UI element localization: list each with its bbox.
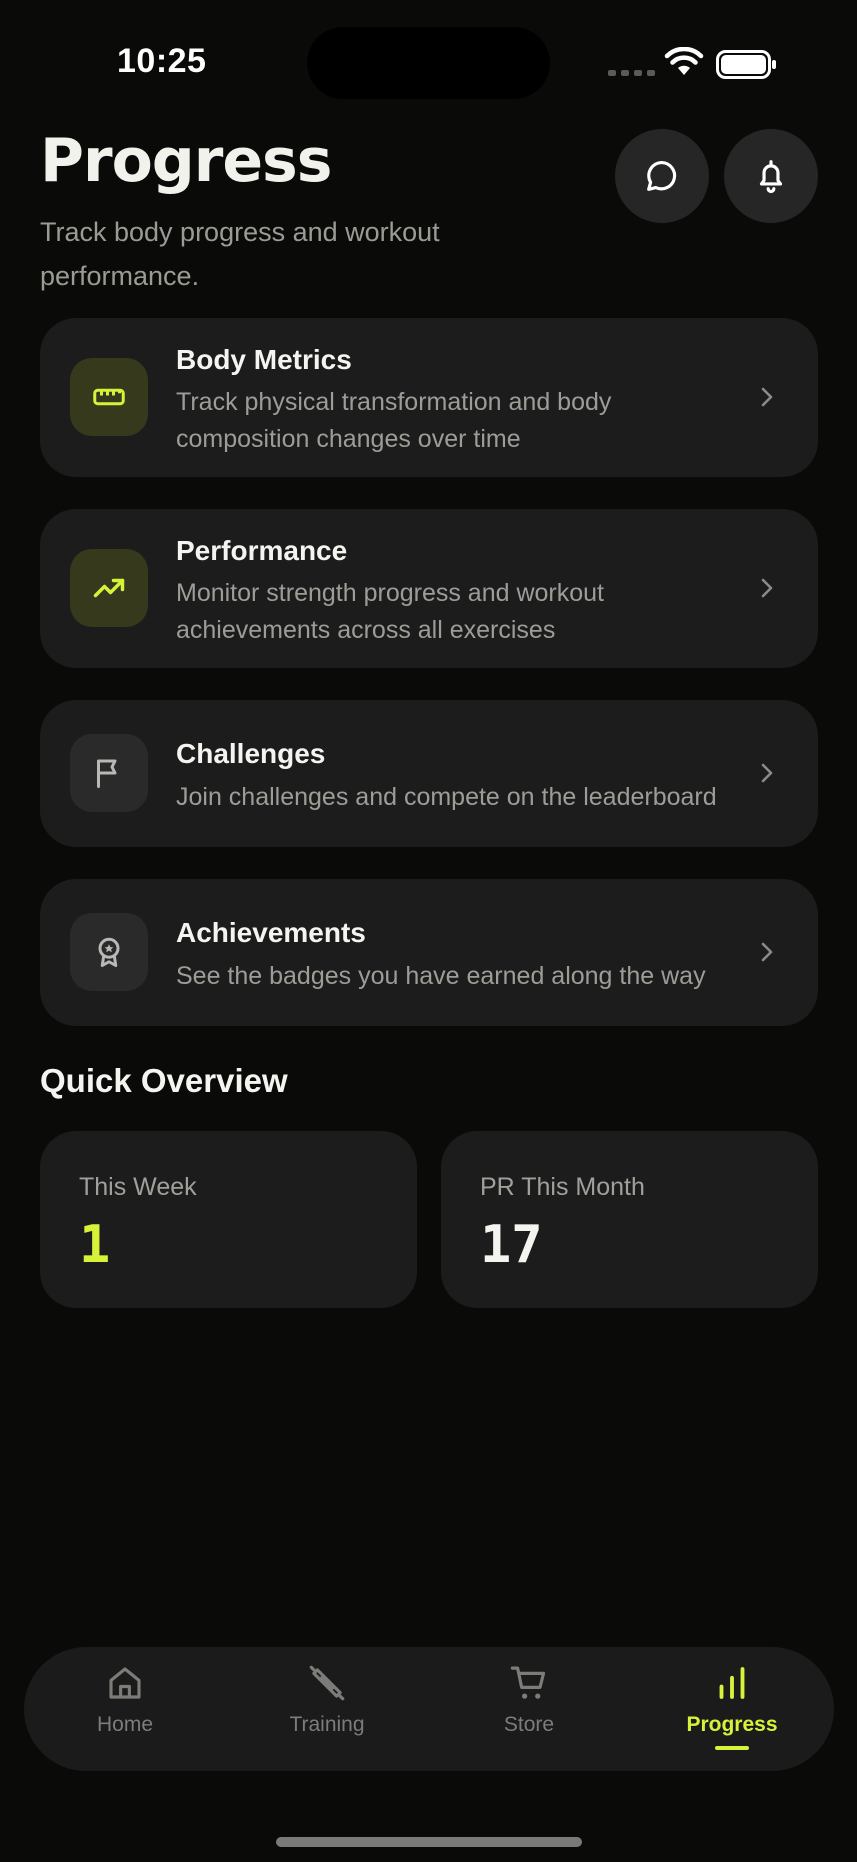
page-subtitle: Track body progress and workout performa… [40,217,440,291]
dynamic-island [307,27,550,99]
body-metrics-card[interactable]: Body Metrics Track physical transformati… [40,318,818,477]
card-icon-container [70,734,148,812]
battery-icon [716,50,776,79]
stat-card-pr-this-month: PR This Month 17 [441,1131,818,1308]
page-title: Progress [40,126,332,196]
bottom-tab-bar: Home Training Store Progress [24,1647,834,1771]
card-icon-container [70,913,148,991]
achievements-card[interactable]: Achievements See the badges you have ear… [40,879,818,1026]
flag-icon [97,759,117,788]
card-icon-container [70,549,148,627]
stat-value: 1 [79,1215,111,1275]
tab-label: Progress [686,1713,778,1736]
card-icon-container [70,358,148,436]
wifi-icon [664,47,704,75]
tab-home[interactable]: Home [45,1647,205,1771]
performance-card[interactable]: Performance Monitor strength progress an… [40,509,818,668]
stat-card-this-week: This Week 1 [40,1131,417,1308]
card-title: Performance [176,535,348,566]
chevron-right-icon [761,763,773,783]
badge-icon [98,937,120,967]
chevron-right-icon [761,578,773,598]
stat-label: PR This Month [480,1173,645,1201]
card-description: Join challenges and compete on the leade… [176,783,717,811]
stat-label: This Week [79,1173,197,1201]
active-tab-indicator [715,1746,749,1750]
tab-progress[interactable]: Progress [652,1647,812,1771]
ruler-icon [93,388,125,406]
stat-value: 17 [480,1215,543,1275]
card-title: Body Metrics [176,344,352,375]
home-icon [109,1667,141,1699]
card-description: See the badges you have earned along the… [176,962,706,990]
tab-label: Store [503,1713,555,1736]
cart-icon [510,1666,546,1699]
chevron-right-icon [761,942,773,962]
bar-chart-icon [719,1667,745,1699]
dumbbell-icon [309,1665,345,1701]
notifications-button[interactable] [724,129,818,223]
chat-button[interactable] [615,129,709,223]
home-indicator[interactable] [276,1837,582,1847]
chevron-right-icon [761,387,773,407]
tab-store[interactable]: Store [449,1647,609,1771]
card-description: Track physical transformation and body c… [176,388,612,453]
card-title: Challenges [176,738,326,769]
progress-screen: 10:25 Progress Track body progress and w… [0,0,857,1862]
card-title: Achievements [176,917,366,948]
tab-training[interactable]: Training [247,1647,407,1771]
status-time: 10:25 [117,42,207,80]
trending-up-icon [93,578,125,598]
tab-label: Training [289,1713,365,1736]
cellular-signal-icon [608,70,655,76]
card-description: Monitor strength progress and workout ac… [176,579,604,644]
section-title: Quick Overview [40,1062,288,1099]
bell-icon [759,160,783,194]
challenges-card[interactable]: Challenges Join challenges and compete o… [40,700,818,847]
tab-label: Home [96,1713,154,1736]
chat-bubble-icon [647,160,677,191]
